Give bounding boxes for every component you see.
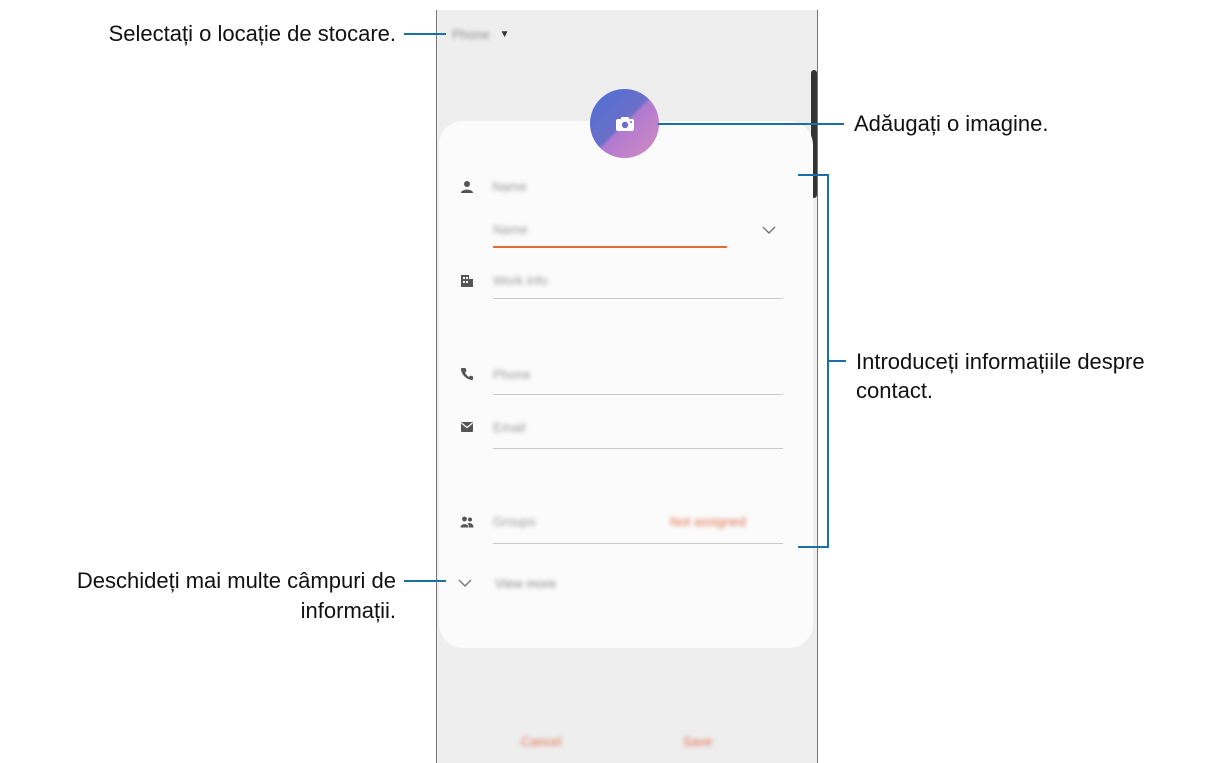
- groups-value[interactable]: Not assigned: [670, 514, 746, 529]
- email-field[interactable]: Email: [493, 420, 526, 435]
- name-input[interactable]: Name: [493, 222, 528, 237]
- building-icon: [461, 275, 473, 287]
- callout-enter-info-line2: contact.: [856, 378, 934, 403]
- mail-icon: [461, 422, 473, 432]
- callout-more-fields-line2: informații.: [300, 598, 396, 623]
- callout-more-fields-line1: Deschideți mai multe câmpuri de: [76, 568, 396, 593]
- cancel-button[interactable]: Cancel: [521, 734, 561, 749]
- leader-line-more-fields: [404, 580, 446, 582]
- callout-more-fields: Deschideți mai multe câmpuri de informaț…: [77, 566, 396, 626]
- bracket-bottom: [798, 546, 828, 548]
- storage-location-label: Phone: [452, 26, 490, 42]
- camera-icon: [615, 116, 634, 131]
- groups-underline: [493, 543, 783, 544]
- storage-location-selector[interactable]: Phone ▼: [452, 24, 510, 44]
- bracket-pointer: [828, 360, 846, 362]
- bracket-top: [798, 174, 828, 176]
- name-input-underline: [493, 246, 727, 248]
- callout-enter-info-line1: Introduceți informațiile despre: [856, 349, 1145, 374]
- chevron-down-icon[interactable]: [762, 225, 776, 235]
- view-more-button[interactable]: View more: [495, 576, 556, 591]
- add-photo-button[interactable]: [590, 89, 659, 158]
- groups-field[interactable]: Groups: [493, 514, 536, 529]
- work-info-underline: [493, 298, 783, 299]
- callout-add-image: Adăugați o imagine.: [854, 111, 1049, 136]
- phone-icon: [460, 368, 473, 381]
- name-field-label: Name: [492, 179, 527, 194]
- phone-field[interactable]: Phone: [493, 367, 531, 382]
- callout-select-storage: Selectați o locație de stocare.: [108, 21, 396, 46]
- phone-underline: [493, 394, 783, 395]
- email-underline: [493, 448, 783, 449]
- group-icon: [460, 516, 474, 528]
- save-button[interactable]: Save: [683, 734, 713, 749]
- chevron-down-icon[interactable]: [458, 578, 472, 588]
- contact-form-card: [439, 121, 813, 648]
- work-info-field[interactable]: Work info: [493, 273, 548, 288]
- leader-line-add-image: [658, 123, 844, 125]
- leader-line-storage: [404, 33, 446, 35]
- person-icon: [461, 181, 473, 193]
- caret-down-icon: ▼: [499, 28, 510, 40]
- callout-enter-info: Introduceți informațiile despre contact.: [856, 257, 1145, 403]
